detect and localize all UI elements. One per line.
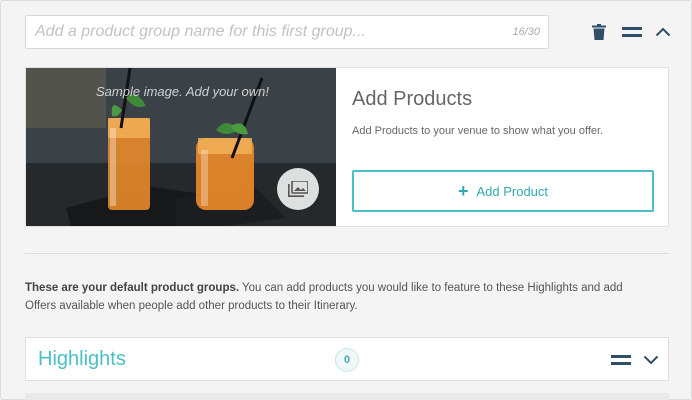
- add-product-label: Add Product: [476, 183, 549, 199]
- add-products-description: Add Products to your venue to show what …: [352, 125, 604, 137]
- chevron-up-icon: [655, 27, 671, 37]
- trash-icon: [592, 24, 606, 40]
- product-group-panel: 16/30: [0, 0, 692, 400]
- drag-handle-icon: [622, 27, 642, 37]
- next-group-edge: [25, 393, 669, 400]
- section-divider: [25, 253, 669, 254]
- group-name-input[interactable]: [26, 16, 496, 48]
- reorder-group-button[interactable]: [620, 22, 644, 42]
- info-bold-text: These are your default product groups.: [25, 282, 240, 294]
- image-gallery-icon: [288, 181, 308, 197]
- drag-handle-icon: [611, 355, 631, 365]
- highlights-title: Highlights: [38, 348, 126, 370]
- chevron-down-icon: [643, 355, 659, 365]
- group-name-field-wrapper: 16/30: [25, 15, 549, 49]
- expand-highlights-button[interactable]: [641, 350, 661, 370]
- plus-icon: +: [457, 181, 469, 201]
- add-products-card: Sample image. Add your own! Add Products…: [25, 67, 669, 227]
- add-products-title: Add Products: [352, 88, 473, 110]
- product-count-badge: 0: [335, 348, 359, 372]
- sample-image-caption: Sample image. Add your own!: [96, 84, 269, 99]
- default-groups-info: These are your default product groups. Y…: [25, 279, 655, 315]
- sample-product-image: Sample image. Add your own!: [26, 68, 336, 226]
- char-counter: 16/30: [512, 26, 540, 38]
- reorder-highlights-button[interactable]: [609, 350, 633, 370]
- highlights-group-row[interactable]: Highlights 0: [25, 337, 669, 381]
- upload-image-button[interactable]: [277, 168, 319, 210]
- delete-group-button[interactable]: [589, 22, 609, 42]
- collapse-group-button[interactable]: [653, 22, 673, 42]
- add-product-button[interactable]: + Add Product: [352, 170, 654, 212]
